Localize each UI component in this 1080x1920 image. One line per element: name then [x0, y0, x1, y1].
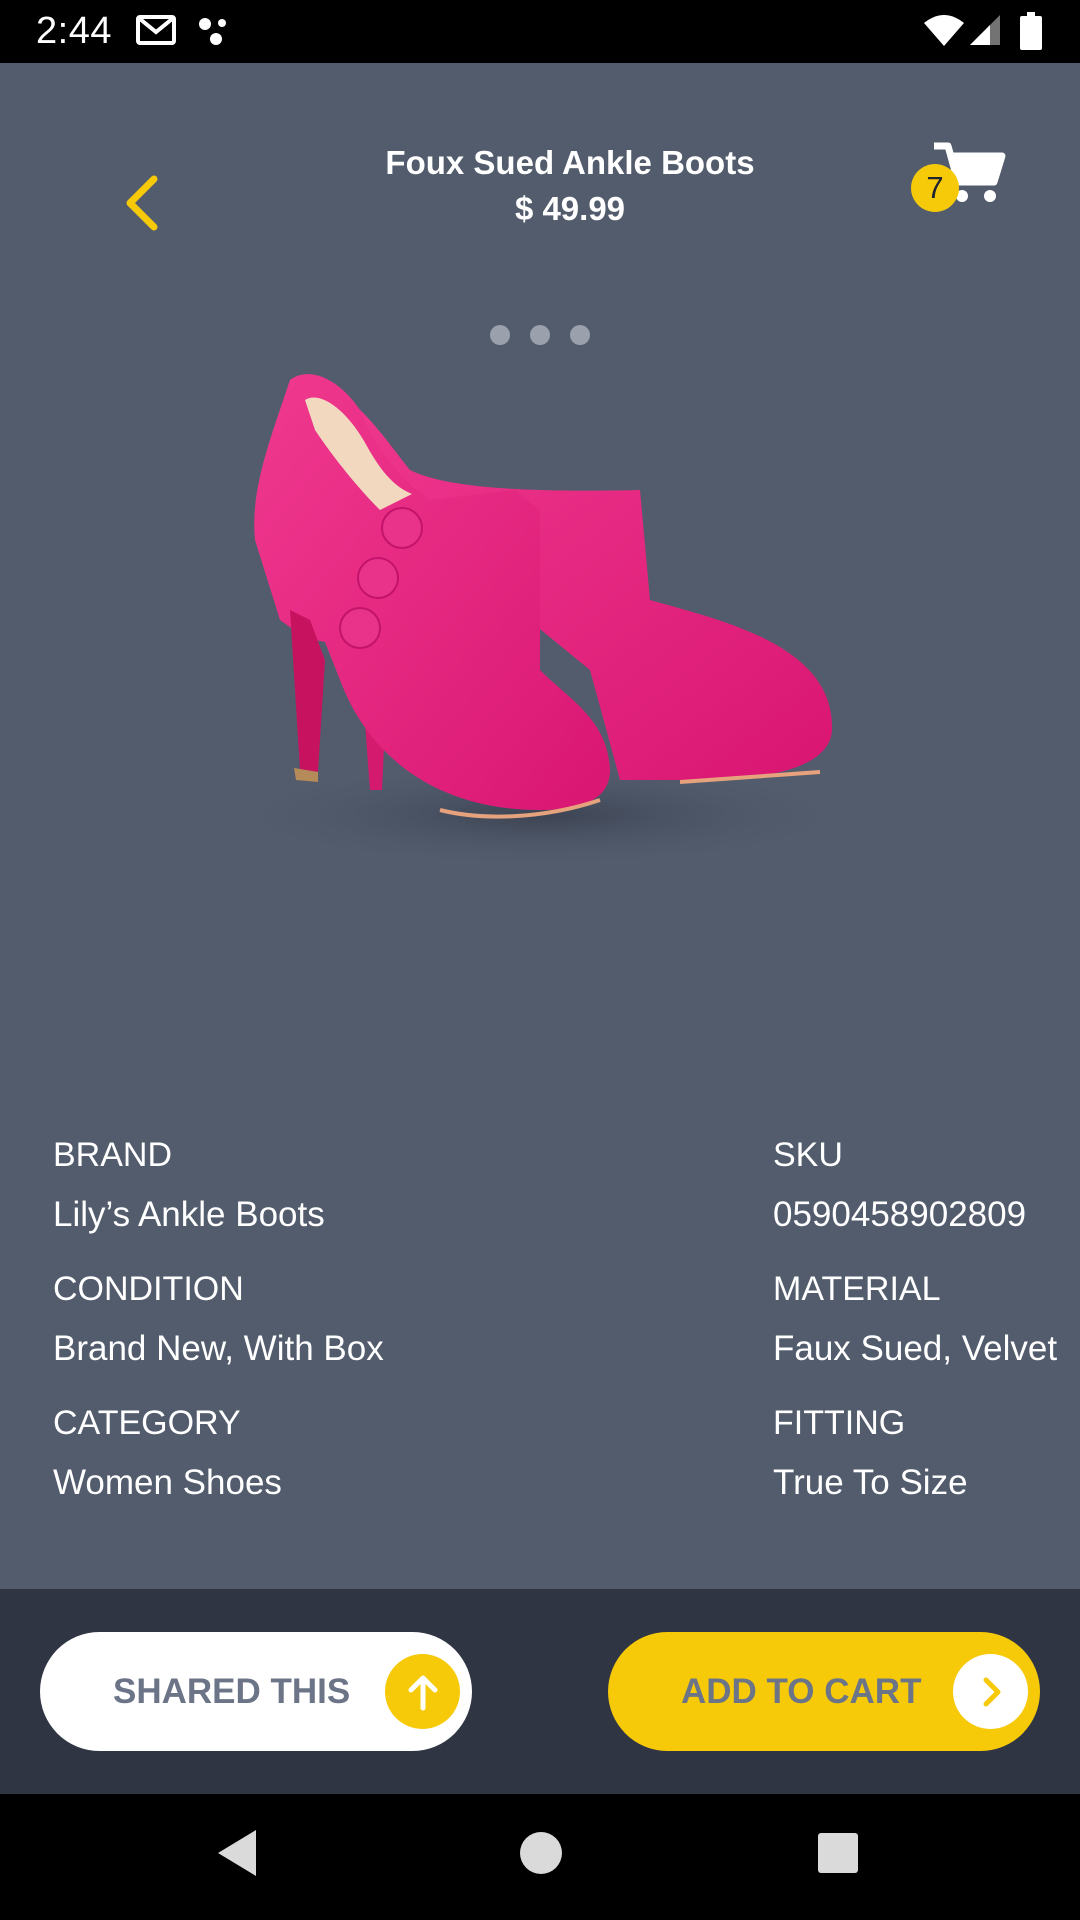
cart-button[interactable]: 7	[908, 140, 1008, 220]
detail-label: CONDITION	[53, 1270, 244, 1308]
detail-value: Women Shoes	[53, 1463, 282, 1502]
pager-dot[interactable]	[490, 325, 510, 345]
share-button-label: SHARED THIS	[113, 1672, 351, 1711]
add-to-cart-label: ADD TO CART	[681, 1672, 922, 1711]
detail-category: CATEGORY Women Shoes	[53, 1398, 282, 1508]
detail-value: Lily’s Ankle Boots	[53, 1195, 325, 1234]
chevron-right-icon	[953, 1654, 1028, 1729]
back-chevron-icon	[126, 175, 158, 231]
dots-icon	[199, 18, 226, 45]
product-title: Foux Sued Ankle Boots	[385, 144, 755, 181]
nav-back-icon[interactable]	[214, 1828, 260, 1878]
product-price: $ 49.99	[514, 190, 626, 227]
detail-value: Faux Sued, Velvet	[773, 1329, 1058, 1368]
wifi-icon	[924, 15, 964, 46]
detail-value: 0590458902809	[773, 1195, 1027, 1234]
gmail-icon	[136, 15, 176, 45]
product-header: Foux Sued Ankle Boots $ 49.99	[300, 140, 840, 232]
arrow-up-icon	[385, 1654, 460, 1729]
detail-value: Brand New, With Box	[53, 1329, 384, 1368]
product-image[interactable]	[120, 370, 960, 890]
back-button[interactable]	[112, 168, 172, 238]
detail-label: CATEGORY	[53, 1404, 241, 1442]
status-bar: 2:44	[0, 0, 1080, 63]
action-bar: SHARED THIS ADD TO CART	[0, 1589, 1080, 1794]
detail-sku: SKU 0590458902809	[773, 1130, 1026, 1240]
add-to-cart-button[interactable]: ADD TO CART	[608, 1632, 1040, 1751]
cart-count-badge: 7	[911, 164, 959, 212]
nav-home-icon[interactable]	[520, 1832, 562, 1874]
detail-label: FITTING	[773, 1404, 906, 1442]
pager-dot[interactable]	[530, 325, 550, 345]
signal-icon	[970, 15, 1000, 45]
detail-label: BRAND	[53, 1136, 173, 1174]
detail-label: MATERIAL	[773, 1270, 941, 1308]
detail-fitting: FITTING True To Size	[773, 1398, 968, 1508]
detail-label: SKU	[773, 1136, 843, 1174]
detail-material: MATERIAL Faux Sued, Velvet	[773, 1264, 1057, 1374]
nav-recents-icon[interactable]	[818, 1833, 858, 1873]
detail-value: True To Size	[773, 1463, 968, 1502]
detail-condition: CONDITION Brand New, With Box	[53, 1264, 384, 1374]
image-pager	[490, 325, 590, 345]
system-nav-bar	[0, 1794, 1080, 1920]
detail-brand: BRAND Lily’s Ankle Boots	[53, 1130, 325, 1240]
share-button[interactable]: SHARED THIS	[40, 1632, 472, 1751]
pager-dot[interactable]	[570, 325, 590, 345]
status-time: 2:44	[36, 10, 112, 52]
battery-icon	[1020, 12, 1042, 50]
